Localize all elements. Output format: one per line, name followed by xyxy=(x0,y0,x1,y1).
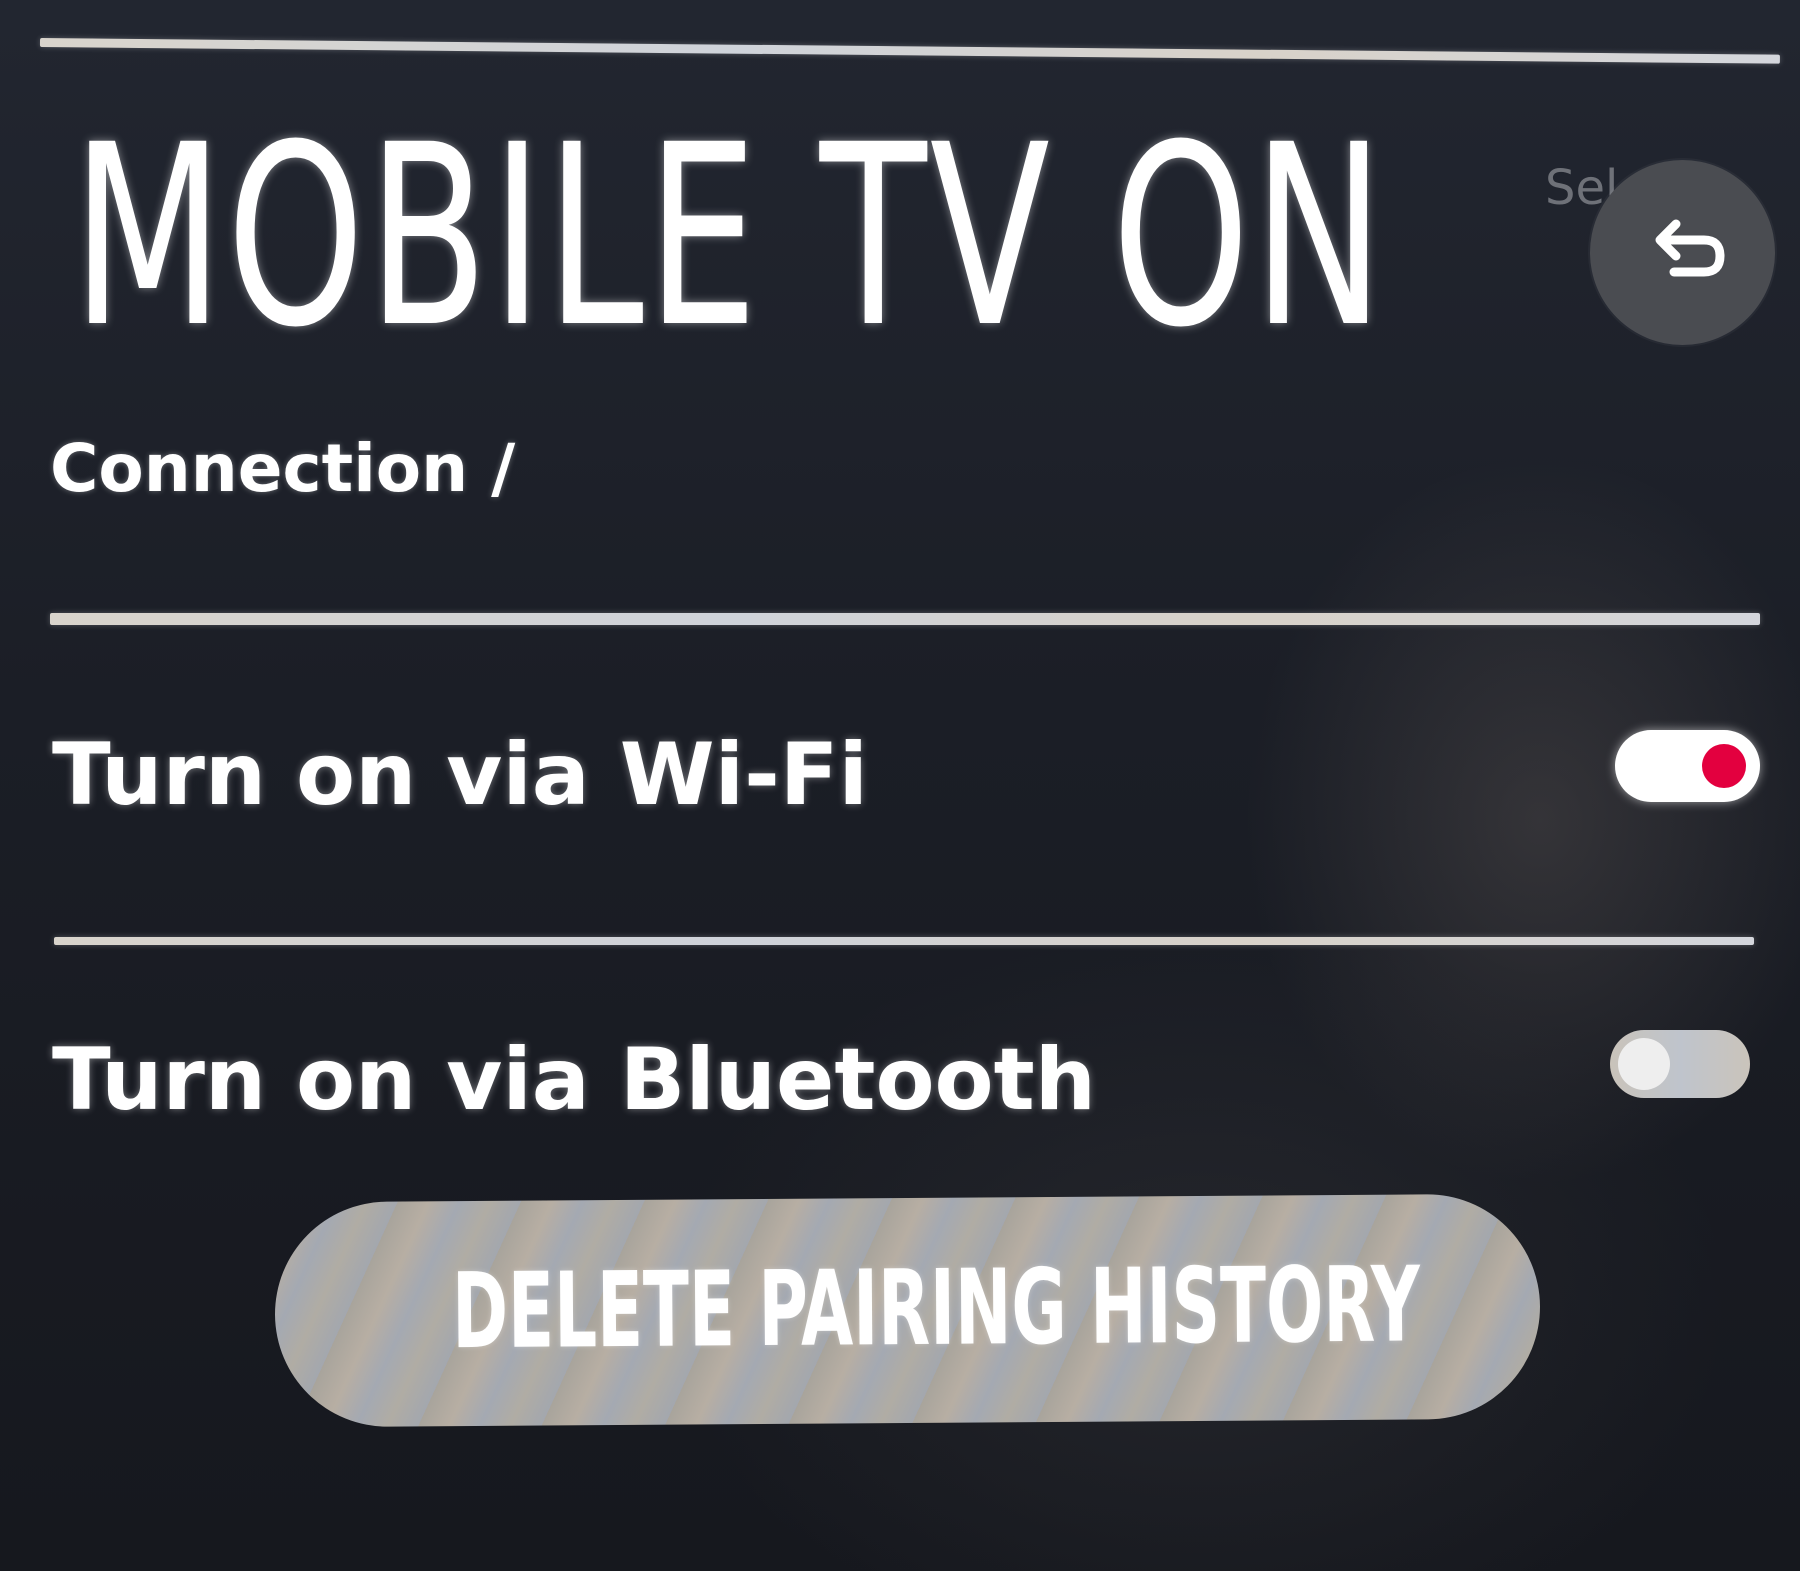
bluetooth-setting-label: Turn on via Bluetooth xyxy=(52,1030,1096,1130)
toggle-knob xyxy=(1618,1038,1670,1090)
back-arrow-icon xyxy=(1655,219,1725,277)
top-divider xyxy=(39,38,1780,64)
row-divider xyxy=(54,937,1754,945)
breadcrumb: Connection / xyxy=(50,430,516,507)
toggle-knob xyxy=(1702,744,1746,788)
wifi-toggle[interactable] xyxy=(1615,730,1760,802)
setting-row-wifi[interactable]: Turn on via Wi-Fi xyxy=(50,690,1760,840)
setting-row-bluetooth[interactable]: Turn on via Bluetooth xyxy=(50,995,1760,1145)
delete-pairing-history-label: DELETE PAIRING HISTORY xyxy=(451,1243,1421,1373)
header-divider xyxy=(50,613,1760,625)
back-button[interactable] xyxy=(1590,160,1775,345)
wifi-setting-label: Turn on via Wi-Fi xyxy=(52,725,869,825)
bluetooth-toggle[interactable] xyxy=(1610,1030,1750,1098)
delete-pairing-history-button[interactable]: DELETE PAIRING HISTORY xyxy=(274,1193,1541,1428)
page-title: MOBILE TV ON xyxy=(72,91,1388,382)
